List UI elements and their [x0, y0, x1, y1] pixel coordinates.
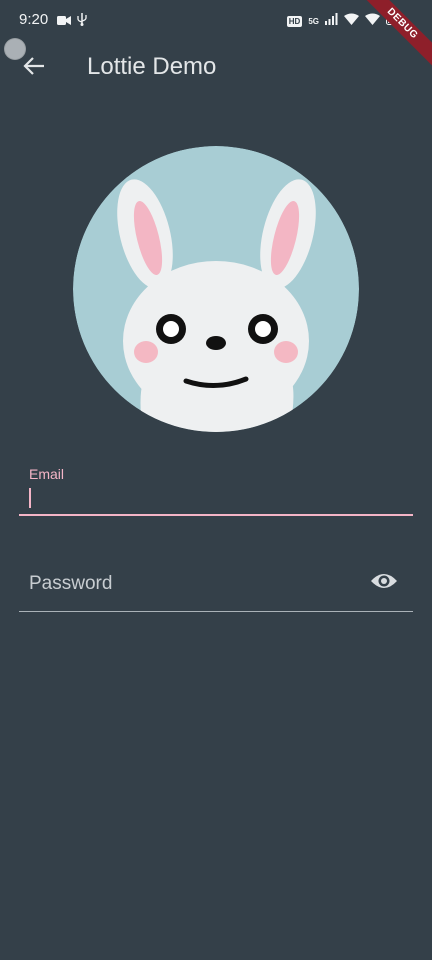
- usb-icon: [77, 12, 87, 31]
- toggle-password-visibility-button[interactable]: [369, 570, 399, 596]
- bunny-eye-left: [156, 314, 186, 344]
- arrow-back-icon: [23, 56, 45, 81]
- app-bar: Lottie Demo: [0, 40, 432, 98]
- cell-signal-icon: [325, 12, 338, 30]
- password-field-placeholder: Password: [29, 573, 113, 594]
- status-right-icons: HD 5G: [286, 12, 404, 30]
- back-button[interactable]: [14, 48, 54, 88]
- video-camera-icon: [57, 13, 71, 31]
- page-title: Lottie Demo: [87, 53, 217, 80]
- status-time: 9:20: [19, 11, 49, 28]
- status-left-icons: [57, 12, 87, 31]
- wifi-icon-secondary: [365, 12, 380, 30]
- wifi-icon: [344, 12, 359, 30]
- bunny-eye-right: [248, 314, 278, 344]
- email-field[interactable]: Email: [19, 458, 413, 516]
- eye-icon: [370, 571, 398, 596]
- password-field[interactable]: Password: [19, 556, 413, 612]
- hd-badge: HD: [286, 15, 303, 27]
- network-type-label: 5G: [308, 16, 319, 26]
- bunny-illustration: [73, 146, 359, 432]
- password-field-underline: [19, 611, 413, 612]
- bunny-avatar-animation: [73, 146, 359, 432]
- text-cursor: [29, 488, 31, 508]
- email-field-label: Email: [29, 466, 65, 482]
- email-field-underline: [19, 514, 413, 516]
- status-bar: 9:20 HD 5G: [0, 0, 432, 40]
- battery-icon: [386, 12, 404, 30]
